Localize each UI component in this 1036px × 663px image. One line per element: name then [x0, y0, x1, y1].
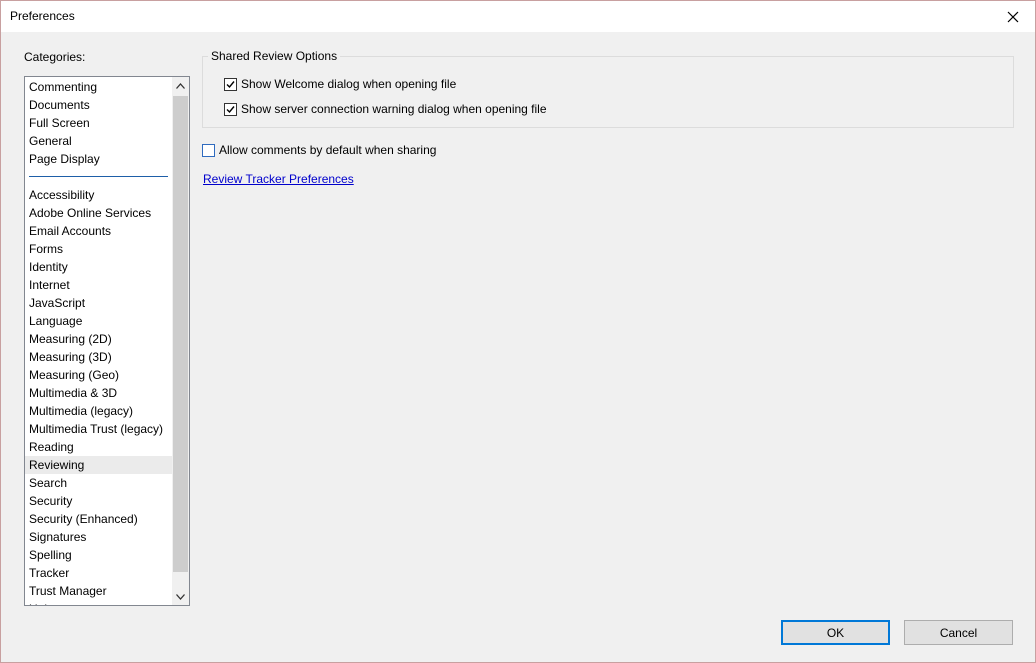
category-item[interactable]: Measuring (2D): [25, 330, 172, 348]
category-item[interactable]: Trust Manager: [25, 582, 172, 600]
title-bar: Preferences: [1, 1, 1035, 32]
category-item[interactable]: Adobe Online Services: [25, 204, 172, 222]
separator-line: [29, 176, 168, 177]
category-item[interactable]: Security (Enhanced): [25, 510, 172, 528]
category-item[interactable]: Measuring (3D): [25, 348, 172, 366]
categories-list[interactable]: Commenting Documents Full Screen General Pag…: [24, 76, 190, 606]
category-item[interactable]: Full Screen: [25, 114, 172, 132]
category-item[interactable]: Multimedia Trust (legacy): [25, 420, 172, 438]
category-item[interactable]: Multimedia (legacy): [25, 402, 172, 420]
window-title: Preferences: [10, 9, 75, 23]
category-item[interactable]: JavaScript: [25, 294, 172, 312]
preferences-dialog: Preferences Categories: Commenting Docume…: [0, 0, 1036, 663]
cancel-button[interactable]: Cancel: [904, 620, 1013, 645]
category-item[interactable]: Tracker: [25, 564, 172, 582]
category-separator: [25, 168, 172, 186]
chevron-up-icon: [176, 82, 185, 89]
shared-review-options-legend: Shared Review Options: [208, 49, 341, 64]
allow-comments-option[interactable]: Allow comments by default when sharing: [202, 143, 436, 157]
review-tracker-preferences-link[interactable]: Review Tracker Preferences: [203, 172, 354, 186]
categories-list-items: Commenting Documents Full Screen General Pag…: [25, 78, 172, 605]
category-item[interactable]: Signatures: [25, 528, 172, 546]
show-server-warning-label: Show server connection warning dialog wh…: [241, 102, 547, 116]
category-item[interactable]: General: [25, 132, 172, 150]
shared-review-options-group: Shared Review Options: [202, 49, 1014, 128]
category-item[interactable]: Identity: [25, 258, 172, 276]
category-item[interactable]: Documents: [25, 96, 172, 114]
checkmark-icon: [226, 80, 235, 88]
scroll-up-button[interactable]: [172, 77, 189, 94]
category-item[interactable]: Spelling: [25, 546, 172, 564]
category-item[interactable]: Email Accounts: [25, 222, 172, 240]
chevron-down-icon: [176, 593, 185, 600]
category-item[interactable]: Measuring (Geo): [25, 366, 172, 384]
ok-button[interactable]: OK: [781, 620, 890, 645]
category-item[interactable]: Search: [25, 474, 172, 492]
show-welcome-dialog-option[interactable]: Show Welcome dialog when opening file: [224, 77, 456, 91]
show-welcome-checkbox[interactable]: [224, 77, 237, 91]
category-item[interactable]: Internet: [25, 276, 172, 294]
category-item[interactable]: Multimedia & 3D: [25, 384, 172, 402]
category-item[interactable]: Language: [25, 312, 172, 330]
allow-comments-checkbox[interactable]: [202, 143, 215, 157]
category-item[interactable]: Page Display: [25, 150, 172, 168]
category-item[interactable]: Accessibility: [25, 186, 172, 204]
scroll-down-button[interactable]: [172, 588, 189, 605]
allow-comments-label: Allow comments by default when sharing: [219, 143, 437, 157]
category-item[interactable]: Security: [25, 492, 172, 510]
category-item[interactable]: Reading: [25, 438, 172, 456]
category-item[interactable]: Commenting: [25, 78, 172, 96]
category-item-selected[interactable]: Reviewing: [25, 456, 172, 474]
category-item[interactable]: Units: [25, 600, 172, 605]
close-button[interactable]: [991, 1, 1035, 32]
checkmark-icon: [226, 105, 235, 113]
list-scrollbar[interactable]: [172, 77, 189, 605]
category-item[interactable]: Forms: [25, 240, 172, 258]
categories-label: Categories:: [24, 50, 86, 64]
close-icon: [1007, 11, 1019, 22]
show-server-warning-checkbox[interactable]: [224, 102, 237, 116]
scroll-thumb[interactable]: [173, 96, 188, 572]
show-welcome-label: Show Welcome dialog when opening file: [241, 77, 457, 91]
show-server-warning-option[interactable]: Show server connection warning dialog wh…: [224, 102, 547, 116]
